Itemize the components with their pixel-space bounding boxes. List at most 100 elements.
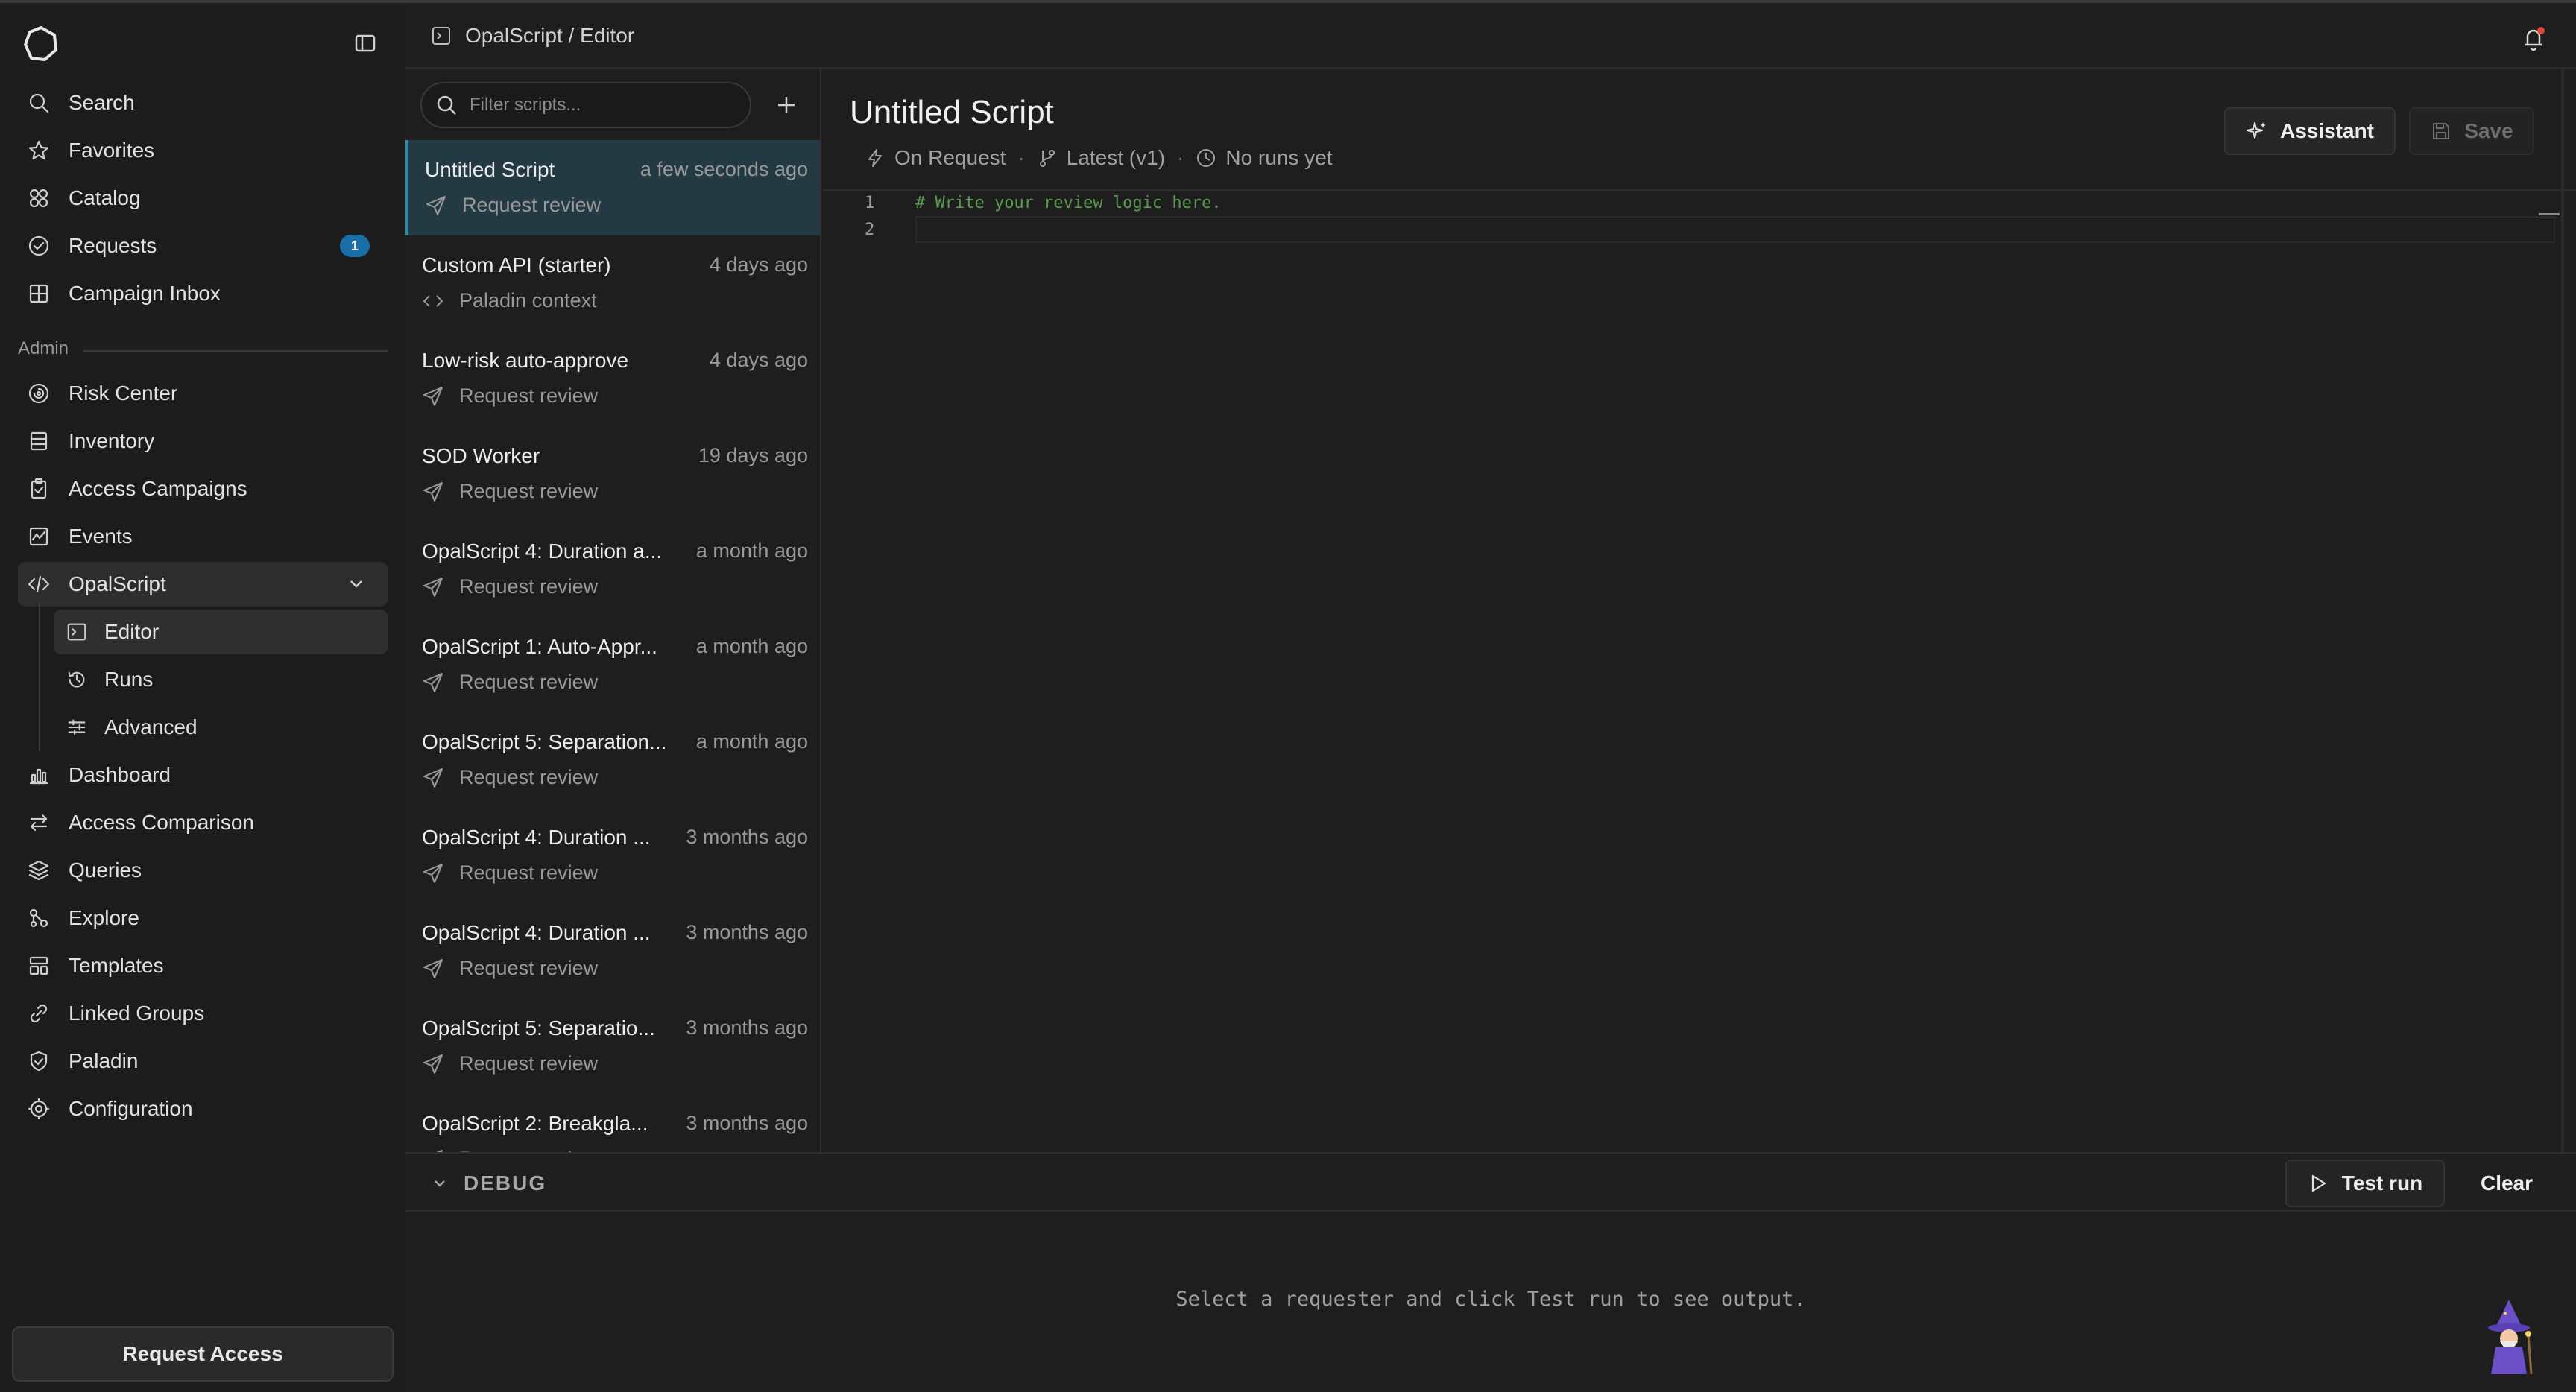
inventory-icon (27, 429, 51, 453)
add-script-plus-icon[interactable] (772, 91, 801, 119)
sidebar-item-access-comparison[interactable]: Access Comparison (18, 800, 388, 845)
sidebar-subitem-runs[interactable]: Runs (54, 657, 388, 702)
sidebar-item-configuration[interactable]: Configuration (18, 1086, 388, 1131)
script-list-item[interactable]: OpalScript 4: Duration ... 3 months ago Re… (405, 808, 820, 903)
script-name: Low-risk auto-approve (422, 349, 629, 372)
sidebar-item-label: Linked Groups (69, 1002, 205, 1025)
sidebar-item-dashboard[interactable]: Dashboard (18, 753, 388, 797)
script-trigger: Request review (422, 861, 598, 885)
sidebar-item-queries[interactable]: Queries (18, 848, 388, 893)
script-trigger-label: Request review (459, 480, 599, 502)
sidebar-item-inventory[interactable]: Inventory (18, 419, 388, 464)
script-name: OpalScript 4: Duration ... (422, 826, 651, 849)
script-name: Untitled Script (425, 158, 555, 181)
script-list-item[interactable]: OpalScript 5: Separation... a month ago Re… (405, 712, 820, 808)
send-icon (422, 862, 444, 885)
assistant-button[interactable]: Assistant (2224, 107, 2396, 155)
sidebar-item-label: Configuration (69, 1097, 193, 1120)
script-list-item[interactable]: Low-risk auto-approve 4 days ago Request r… (405, 331, 820, 426)
script-meta: On Request · Latest (v1) · No runs yet (865, 146, 1333, 170)
sidebar-item-explore[interactable]: Explore (18, 896, 388, 940)
sidebar-subitem-editor[interactable]: Editor (54, 610, 388, 654)
code-line[interactable]: # Write your review logic here. (915, 194, 1222, 212)
clear-button[interactable]: Clear (2458, 1160, 2555, 1207)
sidebar-item-favorites[interactable]: Favorites (18, 128, 388, 173)
sidebar-item-catalog[interactable]: Catalog (18, 176, 388, 221)
script-title[interactable]: Untitled Script (850, 94, 1054, 131)
overview-ruler-marker (2539, 213, 2560, 215)
script-list-item[interactable]: OpalScript 1: Auto-Appr... a month ago Req… (405, 617, 820, 712)
send-icon (422, 958, 444, 980)
script-trigger: Request review (422, 480, 598, 503)
catalog-icon (27, 186, 51, 210)
editor-scrollbar[interactable] (2561, 69, 2564, 1152)
sidebar-item-label: Dashboard (69, 763, 171, 786)
filter-scripts-input[interactable] (470, 95, 738, 116)
script-trigger: Request review (422, 671, 598, 694)
script-trigger-label: Request review (462, 194, 602, 216)
version-meta[interactable]: Latest (v1) (1037, 146, 1165, 170)
script-list-item[interactable]: OpalScript 5: Separatio... 3 months ago Re… (405, 999, 820, 1094)
search-icon (435, 94, 458, 116)
script-updated-time: a month ago (695, 635, 808, 657)
chevron-down-icon[interactable] (346, 574, 367, 595)
test-run-label: Test run (2341, 1171, 2423, 1195)
script-list-item[interactable]: SOD Worker 19 days ago Request review (405, 426, 820, 522)
send-icon (422, 481, 444, 503)
script-list-item[interactable]: Custom API (starter) 4 days ago Paladin co… (405, 235, 820, 331)
runs-meta-label: No runs yet (1225, 146, 1333, 169)
terminal-icon (66, 621, 88, 643)
sidebar-item-campaign-inbox[interactable]: Campaign Inbox (18, 271, 388, 316)
sidebar-item-label: Inventory (69, 429, 155, 452)
debug-label: DEBUG (464, 1171, 547, 1195)
trigger-meta[interactable]: On Request (865, 146, 1006, 170)
star-icon (27, 139, 51, 162)
request-access-button[interactable]: Request Access (12, 1326, 394, 1382)
opal-logo-icon[interactable] (22, 25, 60, 63)
debug-output: Select a requester and click Test run to… (405, 1212, 2576, 1392)
code-brackets-icon (422, 290, 444, 312)
sidebar-item-requests[interactable]: Requests 1 (18, 224, 388, 268)
test-run-button[interactable]: Test run (2285, 1160, 2445, 1207)
sidebar-item-label: Campaign Inbox (69, 282, 221, 305)
git-branch-icon (1039, 150, 1055, 167)
script-list-item[interactable]: OpalScript 4: Duration ... 3 months ago Re… (405, 903, 820, 999)
template-icon (27, 954, 51, 978)
sidebar-subitem-advanced[interactable]: Advanced (54, 705, 388, 750)
script-trigger: Request review (425, 194, 601, 217)
top-bar: OpalScript / Editor (405, 6, 2576, 69)
sidebar-item-templates[interactable]: Templates (18, 943, 388, 988)
sidebar-item-opalscript[interactable]: OpalScript (18, 562, 388, 607)
script-updated-time: 3 months ago (686, 921, 808, 943)
send-icon (422, 1053, 444, 1075)
script-list-item[interactable]: OpalScript 4: Duration a... a month ago Re… (405, 522, 820, 617)
script-trigger: Request review (422, 957, 598, 980)
sidebar-item-access-campaigns[interactable]: Access Campaigns (18, 466, 388, 511)
script-name: OpalScript 4: Duration ... (422, 921, 651, 944)
sidebar-item-paladin[interactable]: Paladin (18, 1039, 388, 1083)
link-icon (27, 1002, 51, 1025)
wizard-assistant-icon[interactable] (2479, 1298, 2539, 1376)
save-button[interactable]: Save (2409, 107, 2534, 155)
filter-scripts-field[interactable] (420, 82, 751, 128)
debug-toggle[interactable]: DEBUG (431, 1171, 546, 1195)
code-editor[interactable]: 1 # Write your review logic here. 2 (823, 189, 2576, 1152)
script-trigger: Request review (422, 1052, 598, 1075)
script-trigger-label: Paladin context (459, 289, 597, 311)
sidebar-item-search[interactable]: Search (18, 80, 388, 125)
script-trigger-label: Request review (459, 766, 599, 788)
sidebar-item-risk-center[interactable]: Risk Center (18, 371, 388, 416)
send-icon (422, 671, 444, 694)
requests-count-badge: 1 (340, 235, 370, 257)
meta-separator: · (1177, 146, 1184, 169)
sidebar-subitem-label: Runs (104, 668, 154, 691)
script-updated-time: 4 days ago (709, 253, 808, 276)
script-list-item[interactable]: OpalScript 2: Breakgla...3 months agoReq… (405, 1094, 820, 1152)
sidebar-item-events[interactable]: Events (18, 514, 388, 559)
sidebar-toggle-icon[interactable] (353, 31, 377, 55)
script-updated-time: 19 days ago (698, 444, 808, 466)
sidebar-item-label: Risk Center (69, 382, 178, 405)
sidebar-item-linked-groups[interactable]: Linked Groups (18, 991, 388, 1036)
notification-bell-icon[interactable] (2521, 25, 2546, 52)
script-list-item[interactable]: Untitled Script a few seconds ago Request … (405, 140, 820, 235)
